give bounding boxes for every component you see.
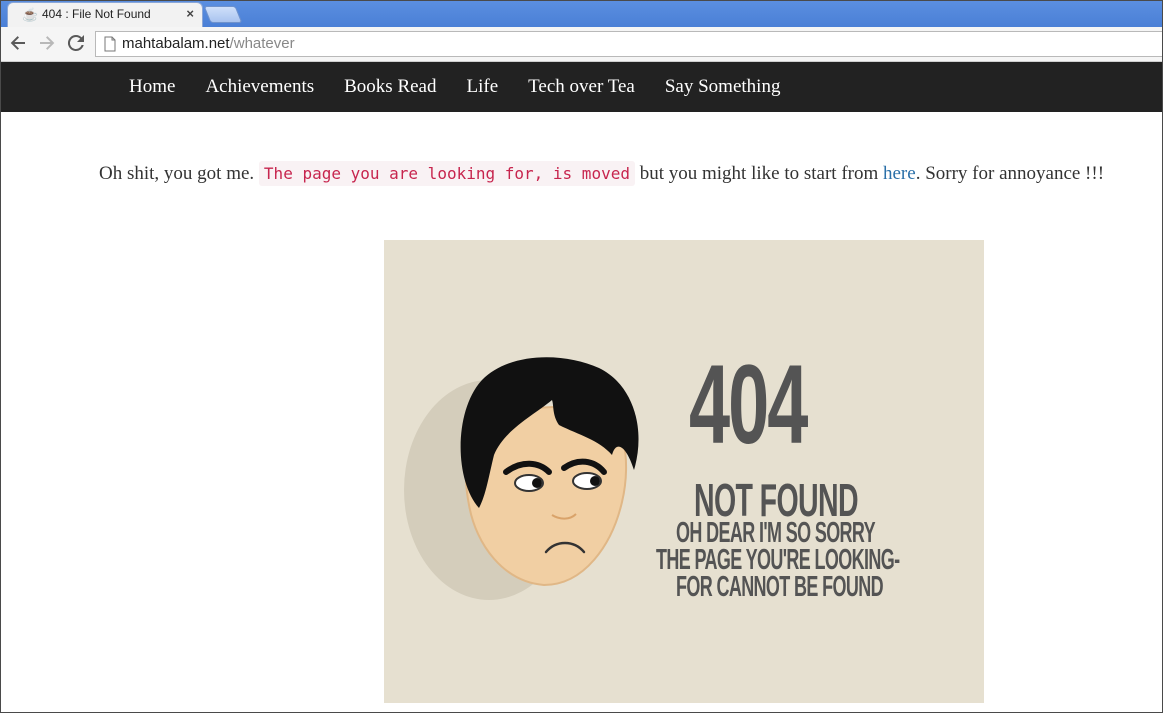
url-host: mahtabalam.net bbox=[122, 35, 230, 52]
new-tab-button[interactable] bbox=[203, 6, 243, 23]
message-lead: Oh shit, you got me. bbox=[99, 163, 259, 184]
browser-toolbar: mahtabalam.net/whatever bbox=[1, 27, 1162, 62]
reload-button[interactable] bbox=[64, 31, 88, 55]
browser-tab[interactable]: ☕ 404 : File Not Found × bbox=[7, 2, 203, 27]
tab-title: 404 : File Not Found bbox=[42, 7, 151, 21]
message-end: . Sorry for annoyance !!! bbox=[915, 163, 1105, 184]
forward-button[interactable] bbox=[35, 31, 59, 55]
site-navigation: Home Achievements Books Read Life Tech o… bbox=[1, 62, 1162, 112]
big-404-text: 404 bbox=[689, 342, 808, 467]
reload-icon bbox=[67, 34, 84, 51]
message-middle: but you might like to start from bbox=[634, 163, 883, 184]
nav-item-home[interactable]: Home bbox=[129, 76, 175, 98]
browser-window: ☕ 404 : File Not Found × mahtabalam.net/… bbox=[0, 0, 1163, 713]
not-found-image: 404 NOT FOUND OH DEAR I'M SO SORRY THE P… bbox=[384, 240, 984, 703]
page-icon bbox=[104, 36, 116, 52]
nav-item-say-something[interactable]: Say Something bbox=[665, 76, 781, 98]
close-icon[interactable]: × bbox=[186, 6, 194, 21]
tab-strip: ☕ 404 : File Not Found × bbox=[1, 1, 1162, 27]
back-button[interactable] bbox=[6, 31, 30, 55]
teacup-icon: ☕ bbox=[22, 7, 39, 22]
sad-face-illustration bbox=[404, 357, 639, 600]
url-path: /whatever bbox=[229, 35, 295, 52]
url-text: mahtabalam.net/whatever bbox=[122, 35, 295, 52]
message-code: The page you are looking for, is moved bbox=[258, 161, 635, 186]
nav-item-achievements[interactable]: Achievements bbox=[205, 76, 314, 98]
address-bar[interactable]: mahtabalam.net/whatever bbox=[95, 31, 1162, 57]
apology-line-3: FOR CANNOT BE FOUND bbox=[676, 571, 884, 603]
forward-arrow-icon bbox=[40, 36, 55, 50]
nav-item-books-read[interactable]: Books Read bbox=[344, 76, 436, 98]
error-message: Oh shit, you got me. The page you are lo… bbox=[99, 161, 1105, 186]
here-link[interactable]: here bbox=[883, 163, 916, 184]
back-arrow-icon bbox=[10, 36, 25, 50]
nav-item-tech-over-tea[interactable]: Tech over Tea bbox=[528, 76, 635, 98]
nav-item-life[interactable]: Life bbox=[466, 76, 498, 98]
